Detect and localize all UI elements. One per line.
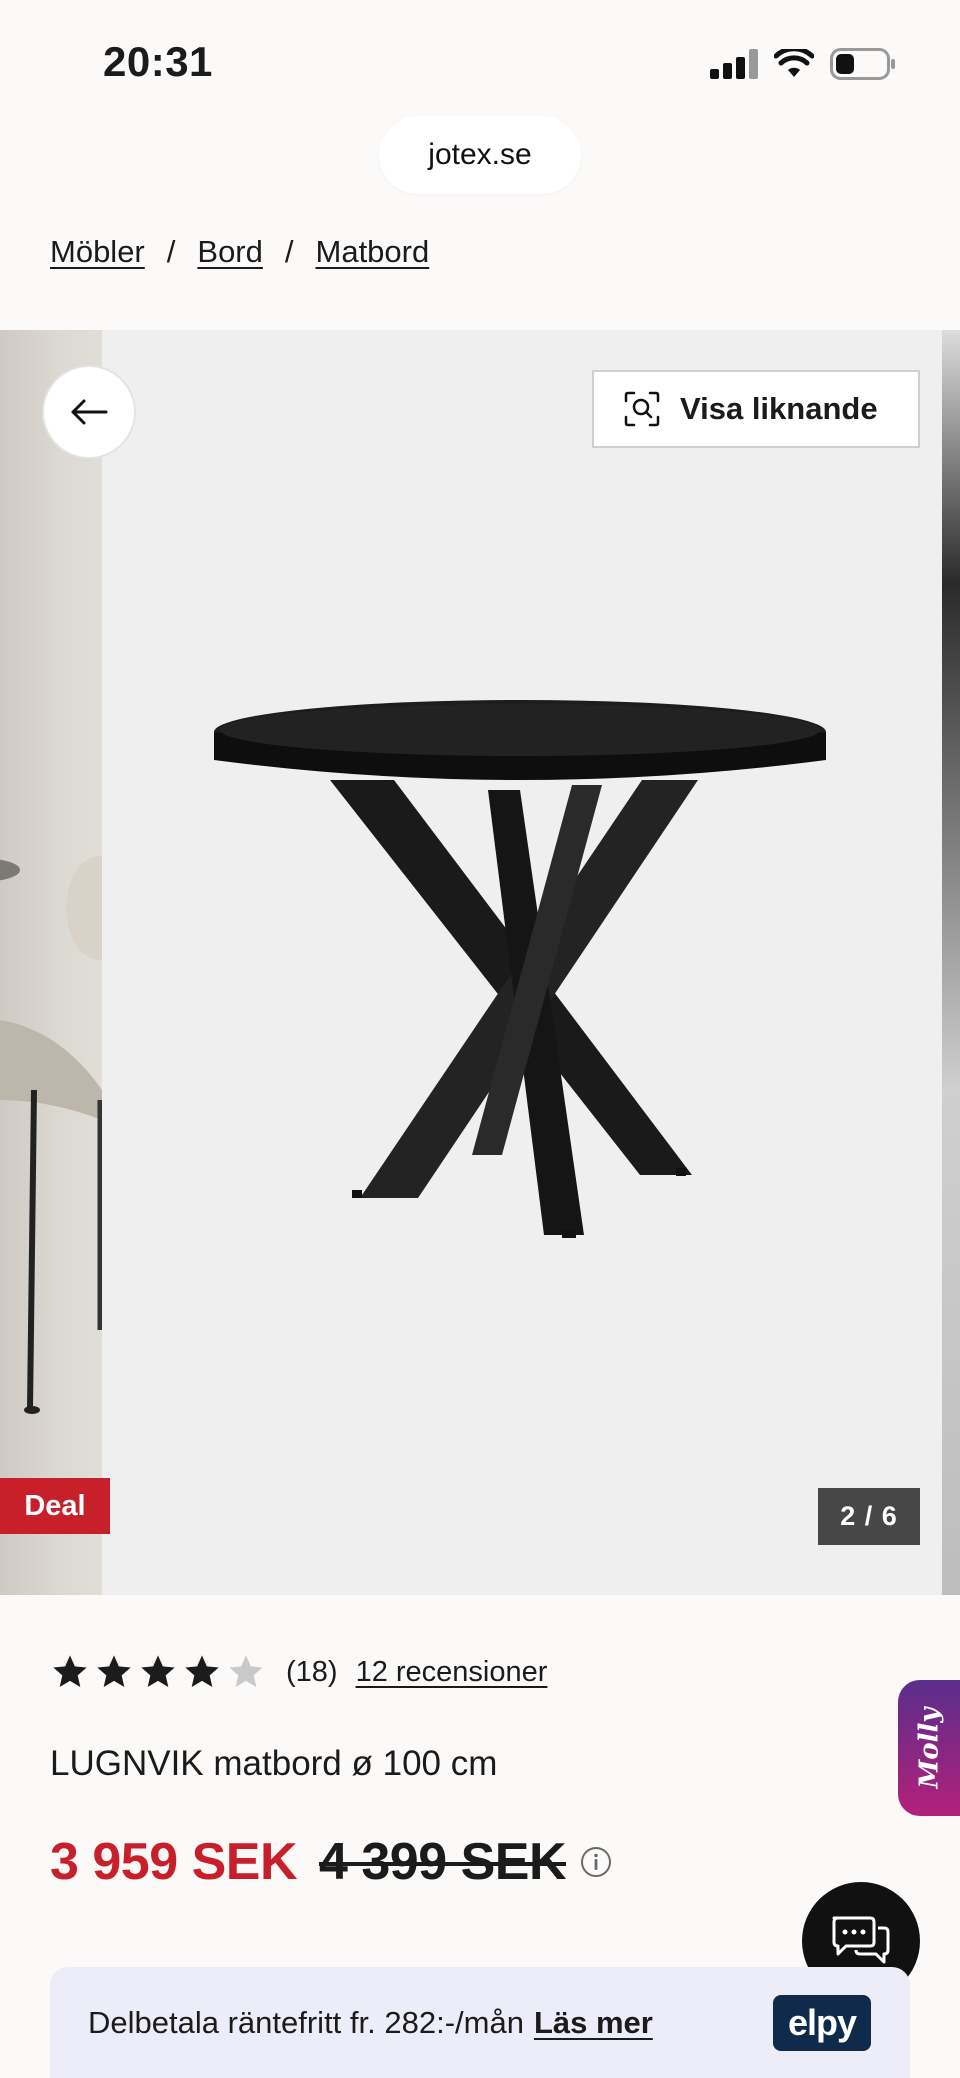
wifi-icon	[774, 49, 814, 77]
gallery-slide-previous[interactable]	[0, 330, 102, 1595]
visa-liknande-label: Visa liknande	[680, 391, 878, 426]
image-counter: 2 / 6	[818, 1488, 920, 1545]
product-title: LUGNVIK matbord ø 100 cm	[50, 1744, 498, 1783]
breadcrumb-item-matbord[interactable]: Matbord	[316, 234, 430, 270]
financing-text-row: Delbetala räntefritt fr. 282:-/mån Läs me…	[88, 2005, 653, 2041]
star-icon	[229, 1655, 263, 1687]
chair-image	[0, 856, 102, 1414]
status-icons	[710, 46, 896, 82]
rating-stars	[50, 1652, 266, 1692]
breadcrumb-separator: /	[166, 234, 176, 269]
elpy-logo: elpy	[773, 1995, 871, 2051]
deal-badge: Deal	[0, 1478, 110, 1534]
molly-assistant-tab[interactable]: Molly	[898, 1680, 960, 1816]
star-icon	[185, 1655, 219, 1687]
product-image-table	[214, 700, 826, 1238]
star-icon	[97, 1655, 131, 1687]
breadcrumb-separator: /	[284, 234, 294, 269]
battery-icon	[830, 48, 895, 80]
financing-text: Delbetala räntefritt fr. 282:-/mån	[88, 2005, 524, 2040]
info-icon[interactable]	[580, 1846, 612, 1878]
gallery-slide-next[interactable]	[942, 330, 960, 1595]
gallery-slide-current[interactable]	[102, 330, 942, 1595]
status-time: 20:31	[103, 38, 213, 85]
visual-search-icon	[624, 391, 660, 427]
visa-liknande-button[interactable]: Visa liknande	[592, 370, 920, 448]
price-row: 3 959 SEK 4 399 SEK	[50, 1832, 612, 1892]
url-text: jotex.se	[428, 138, 532, 171]
financing-read-more-link[interactable]: Läs mer	[534, 2005, 653, 2040]
breadcrumb-item-mobler[interactable]: Möbler	[50, 234, 145, 270]
price-original: 4 399 SEK	[319, 1833, 567, 1891]
star-icon	[53, 1655, 87, 1687]
rating-count: (18)	[286, 1655, 338, 1688]
star-icon	[141, 1655, 175, 1687]
molly-label: Molly	[914, 1707, 945, 1789]
arrow-left-icon	[71, 399, 108, 425]
price-current: 3 959 SEK	[50, 1833, 298, 1891]
financing-banner: Delbetala räntefritt fr. 282:-/mån Läs me…	[50, 1967, 910, 2078]
back-button[interactable]	[42, 365, 136, 459]
breadcrumb: Möbler / Bord / Matbord	[50, 234, 429, 270]
cellular-signal-icon	[710, 49, 758, 79]
product-gallery[interactable]: Visa liknande Deal 2 / 6	[0, 330, 960, 1595]
breadcrumb-item-bord[interactable]: Bord	[197, 234, 262, 270]
reviews-link[interactable]: 12 recensioner	[356, 1656, 548, 1689]
chat-bubbles-icon	[832, 1916, 890, 1964]
status-bar: 20:31	[0, 0, 960, 110]
product-rating: (18) 12 recensioner	[50, 1652, 547, 1692]
url-bar[interactable]: jotex.se	[379, 116, 581, 194]
